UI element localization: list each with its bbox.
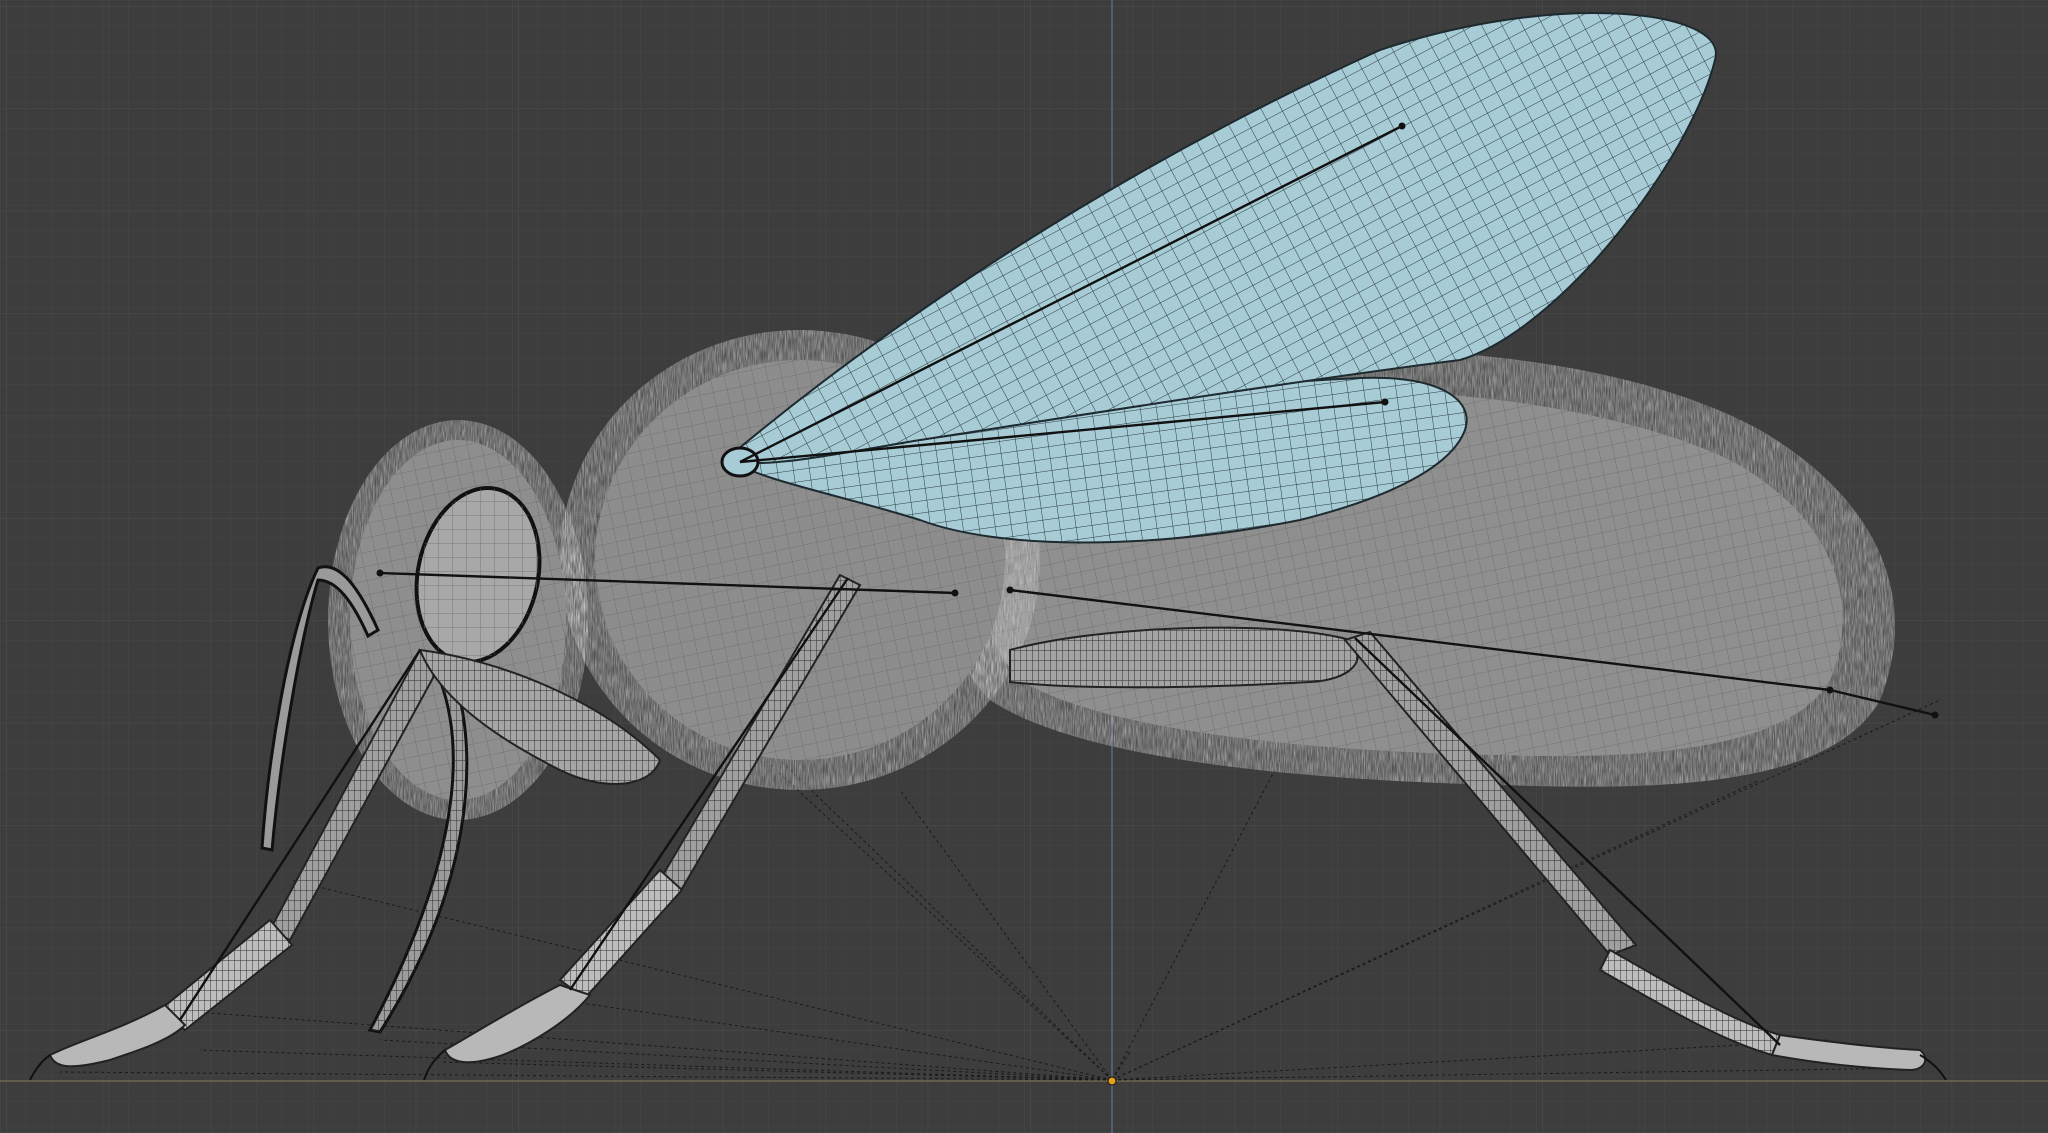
3d-viewport[interactable]	[0, 0, 2048, 1133]
origin-point[interactable]	[1107, 1076, 1117, 1086]
